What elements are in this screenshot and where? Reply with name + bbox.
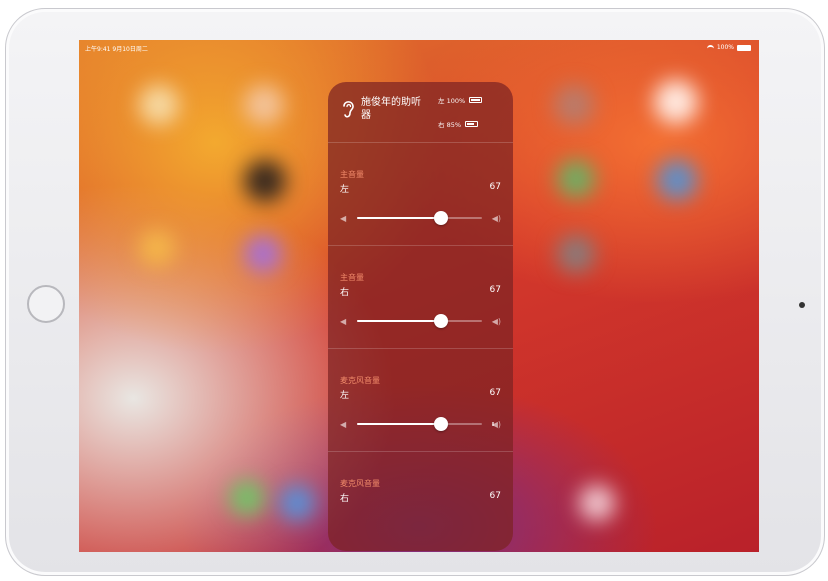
slider-track[interactable] xyxy=(357,314,482,328)
section-title: 主音量 xyxy=(340,170,364,179)
blurred-app-icon xyxy=(244,160,286,202)
mic-volume-left: 麦克风音量 左 67 ◀ ◀) xyxy=(328,348,513,452)
section-title: 主音量 xyxy=(340,273,364,282)
ear-icon xyxy=(343,101,354,118)
slider-thumb[interactable] xyxy=(433,211,448,225)
status-bar: 上午9:41 9月10日周二 100% xyxy=(79,40,759,54)
blurred-app-icon xyxy=(139,85,179,125)
blurred-app-icon xyxy=(654,80,698,124)
panel-header: 施俊年的助听器 左 100% 右 85% xyxy=(328,82,513,143)
blurred-app-icon xyxy=(554,85,594,125)
section-title: 麦克风音量 xyxy=(340,479,380,488)
section-side: 右 xyxy=(340,288,350,298)
slider-track[interactable] xyxy=(357,417,494,431)
section-value: 67 xyxy=(489,182,501,192)
volume-slider[interactable]: ◀ ◀) xyxy=(340,313,501,329)
screen: 上午9:41 9月10日周二 100% 施俊年的助听器 左 100% 右 85% xyxy=(79,40,759,552)
battery-icon xyxy=(737,44,751,51)
right-battery-label: 右 85% xyxy=(438,121,462,129)
wifi-icon xyxy=(706,45,714,50)
blurred-app-icon xyxy=(557,235,595,273)
volume-slider[interactable]: ◀ ◀) xyxy=(340,416,501,432)
speaker-high-icon: ◀) xyxy=(491,420,501,429)
section-value: 67 xyxy=(489,285,501,295)
blurred-app-icon xyxy=(657,160,697,200)
section-value: 67 xyxy=(489,491,501,501)
mic-volume-right: 麦克风音量 右 67 xyxy=(328,451,513,551)
section-title: 麦克风音量 xyxy=(340,376,380,385)
blurred-dock-icon xyxy=(229,480,265,516)
status-time: 上午9:41 9月10日周二 xyxy=(85,46,148,53)
blurred-app-icon xyxy=(139,230,175,266)
speaker-high-icon: ◀) xyxy=(491,214,501,223)
master-volume-right: 主音量 右 67 ◀ ◀) xyxy=(328,245,513,349)
speaker-high-icon: ◀) xyxy=(491,317,501,326)
master-volume-left: 主音量 左 67 ◀ ◀) xyxy=(328,142,513,246)
slider-thumb[interactable] xyxy=(433,314,448,328)
speaker-low-icon: ◀ xyxy=(340,317,347,326)
section-side: 右 xyxy=(340,494,350,504)
section-value: 67 xyxy=(489,388,501,398)
home-button[interactable] xyxy=(27,285,65,323)
blurred-dock-icon xyxy=(279,485,315,521)
right-battery: 右 85% xyxy=(438,119,479,129)
status-indicators: 100% xyxy=(706,44,751,51)
left-battery: 左 100% xyxy=(438,95,483,105)
left-battery-label: 左 100% xyxy=(438,97,466,105)
left-battery-icon xyxy=(469,97,483,103)
hearing-devices-panel: 施俊年的助听器 左 100% 右 85% 主音量 左 67 ◀ ◀) 主音量 右… xyxy=(328,82,513,551)
volume-slider[interactable]: ◀ ◀) xyxy=(340,210,501,226)
right-battery-icon xyxy=(465,121,479,127)
speaker-low-icon: ◀ xyxy=(340,214,347,223)
slider-track[interactable] xyxy=(357,211,482,225)
front-camera xyxy=(799,302,805,308)
slider-thumb[interactable] xyxy=(433,417,448,431)
blurred-dock-icon xyxy=(579,485,615,521)
section-side: 左 xyxy=(340,185,350,195)
battery-percent: 100% xyxy=(716,44,734,51)
speaker-low-icon: ◀ xyxy=(340,420,347,429)
blurred-app-icon xyxy=(244,235,282,273)
blurred-app-icon xyxy=(557,160,595,198)
device-name: 施俊年的助听器 xyxy=(361,97,421,121)
blurred-app-icon xyxy=(244,85,284,125)
section-side: 左 xyxy=(340,391,350,401)
